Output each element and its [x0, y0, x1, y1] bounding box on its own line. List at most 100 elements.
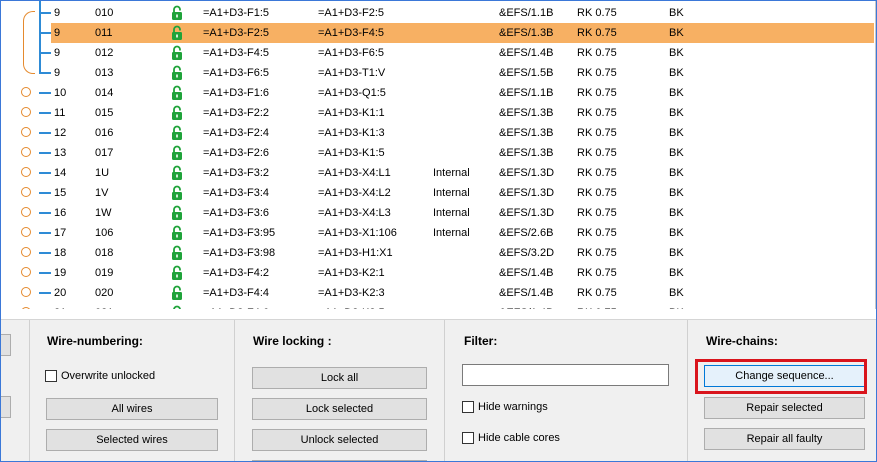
source-terminal: =A1+D3-F3:98 — [203, 247, 276, 259]
wire-number: 018 — [95, 247, 114, 259]
destination-terminal: =A1+D3-X4:L2 — [318, 187, 391, 199]
wire-number: 1U — [95, 167, 110, 179]
wire-chain-number: 9 — [54, 27, 61, 39]
filter-input[interactable] — [462, 364, 669, 386]
wire-color: BK — [669, 127, 684, 139]
wire-color: BK — [669, 107, 684, 119]
source-terminal: =A1+D3-F2:2 — [203, 107, 270, 119]
lock-all-button[interactable]: Lock all — [252, 367, 427, 389]
unlock-icon[interactable] — [171, 145, 183, 161]
all-wires-button[interactable]: All wires — [46, 398, 218, 420]
destination-terminal: =A1+D3-X4:L1 — [318, 167, 391, 179]
table-row[interactable]: 18 018 =A1+D3-F3:98 =A1+D3-H1:X1 &EFS/3.2D RK… — [1, 243, 874, 263]
unlock-icon[interactable] — [171, 185, 183, 201]
unlock-selected-button[interactable]: Unlock selected — [252, 429, 427, 451]
wire-chain-number: 9 — [54, 7, 61, 19]
unlock-icon[interactable] — [171, 25, 183, 41]
overwrite-unlocked-checkbox[interactable]: Overwrite unlocked — [45, 370, 155, 382]
table-row[interactable]: 20 020 =A1+D3-F4:4 =A1+D3-K2:3 &EFS/1.4B RK 0… — [1, 283, 874, 303]
sheet-reference: &EFS/1.4B — [499, 267, 554, 279]
source-terminal: =A1+D3-F3:4 — [203, 187, 270, 199]
unlock-icon[interactable] — [171, 245, 183, 261]
table-row[interactable]: 12 016 =A1+D3-F2:4 =A1+D3-K1:3 &EFS/1.3B RK 0… — [1, 123, 874, 143]
sheet-reference: &EFS/1.3D — [499, 167, 555, 179]
tree-connector — [39, 172, 51, 174]
destination-terminal: =A1+D3-F2:5 — [318, 7, 385, 19]
table-row[interactable]: 16 1W =A1+D3-F3:6 =A1+D3-X4:L3 Internal &EFS/… — [1, 203, 874, 223]
wire-color: BK — [669, 227, 684, 239]
unlock-icon[interactable] — [171, 85, 183, 101]
table-row[interactable]: 10 014 =A1+D3-F1:6 =A1+D3-Q1:5 &EFS/1.1B RK 0… — [1, 83, 874, 103]
change-sequence-button[interactable]: Change sequence... — [704, 365, 865, 387]
left-stub-button-1[interactable] — [1, 334, 11, 356]
wire-chain-number: 12 — [54, 127, 67, 139]
table-row[interactable]: 9 012 =A1+D3-F4:5 =A1+D3-F6:5 &EFS/1.4B RK 0.… — [1, 43, 874, 63]
table-row[interactable]: 21 021 =A1+D3-F4:6 =A1+D3-K2:5&EFS/1.4B RK 0… — [1, 303, 874, 309]
unlock-icon[interactable] — [171, 285, 183, 301]
wire-color: BK — [669, 267, 684, 279]
unlock-icon[interactable] — [171, 165, 183, 181]
repair-selected-button[interactable]: Repair selected — [704, 397, 865, 419]
wire-status-circle-icon — [21, 247, 31, 257]
tree-connector — [39, 52, 51, 54]
unlock-icon[interactable] — [171, 65, 183, 81]
unlock-icon[interactable] — [171, 265, 183, 281]
lock-selected-button[interactable]: Lock selected — [252, 398, 427, 420]
unlock-icon[interactable] — [171, 205, 183, 221]
sheet-reference: &EFS/1.3D — [499, 207, 555, 219]
table-row[interactable]: 15 1V =A1+D3-F3:4 =A1+D3-X4:L2 Internal &EFS/… — [1, 183, 874, 203]
destination-terminal: =A1+D3-K1:5 — [318, 147, 385, 159]
sheet-reference: &EFS/1.3D — [499, 187, 555, 199]
wire-type: RK 0.75 — [577, 67, 617, 79]
left-stub-button-2[interactable] — [1, 396, 11, 418]
unlock-icon[interactable] — [171, 225, 183, 241]
hide-cable-cores-checkbox[interactable]: Hide cable cores — [462, 432, 560, 444]
checkbox-box[interactable] — [45, 370, 57, 382]
table-row[interactable]: 11 015 =A1+D3-F2:2 =A1+D3-K1:1 &EFS/1.3B RK 0… — [1, 103, 874, 123]
wire-type: RK 0.75 — [577, 207, 617, 219]
hide-warnings-label: Hide warnings — [478, 401, 548, 413]
table-row[interactable]: 17 106 =A1+D3-F3:95 =A1+D3-X1:106 Internal &E… — [1, 223, 874, 243]
sheet-reference: &EFS/1.3B — [499, 107, 554, 119]
source-terminal: =A1+D3-F3:6 — [203, 207, 270, 219]
tree-connector — [39, 92, 51, 94]
sheet-reference: &EFS/1.3B — [499, 147, 554, 159]
wire-chain-number: 14 — [54, 167, 67, 179]
unlock-icon[interactable] — [171, 125, 183, 141]
tree-connector — [39, 232, 51, 234]
table-row[interactable]: 9 011 =A1+D3-F2:5 =A1+D3-F4:5 &EFS/1.3B RK 0.… — [1, 23, 874, 43]
wire-type: RK 0.75 — [577, 7, 617, 19]
wire-number: 019 — [95, 267, 114, 279]
table-row[interactable]: 14 1U =A1+D3-F3:2 =A1+D3-X4:L1 Internal &EFS/… — [1, 163, 874, 183]
wire-type: RK 0.75 — [577, 127, 617, 139]
table-row[interactable]: 9 013 =A1+D3-F6:5 =A1+D3-T1:V &EFS/1.5B RK 0.… — [1, 63, 874, 83]
unlock-icon[interactable] — [171, 305, 183, 309]
wire-list[interactable]: 9 010 =A1+D3-F1:5 =A1+D3-F2:5 &EFS/1.1B RK 0.… — [1, 1, 876, 309]
repair-all-faulty-button[interactable]: Repair all faulty — [704, 428, 865, 450]
selected-wires-button[interactable]: Selected wires — [46, 429, 218, 451]
unlock-icon[interactable] — [171, 5, 183, 21]
unlock-icon[interactable] — [171, 105, 183, 121]
wire-type: RK 0.75 — [577, 247, 617, 259]
table-row[interactable]: 19 019 =A1+D3-F4:2 =A1+D3-K2:1 &EFS/1.4B RK 0… — [1, 263, 874, 283]
wire-number: 106 — [95, 227, 114, 239]
tree-connector — [39, 132, 51, 134]
tree-connector — [39, 32, 51, 34]
sheet-reference: &EFS/1.1B — [499, 87, 554, 99]
wire-chain-number: 11 — [54, 107, 66, 119]
wire-chain-number: 16 — [54, 207, 67, 219]
unlock-icon[interactable] — [171, 45, 183, 61]
source-terminal: =A1+D3-F2:6 — [203, 147, 270, 159]
destination-terminal: =A1+D3-X1:106 — [318, 227, 397, 239]
destination-terminal: =A1+D3-K1:3 — [318, 127, 385, 139]
wire-type: RK 0.75 — [577, 107, 617, 119]
hide-warnings-checkbox[interactable]: Hide warnings — [462, 401, 548, 413]
window-frame: 9 010 =A1+D3-F1:5 =A1+D3-F2:5 &EFS/1.1B RK 0.… — [0, 0, 877, 462]
checkbox-box[interactable] — [462, 401, 474, 413]
table-row[interactable]: 9 010 =A1+D3-F1:5 =A1+D3-F2:5 &EFS/1.1B RK 0.… — [1, 3, 874, 23]
wire-number: 017 — [95, 147, 114, 159]
wire-color: BK — [669, 167, 684, 179]
tree-connector — [39, 12, 51, 14]
table-row[interactable]: 13 017 =A1+D3-F2:6 =A1+D3-K1:5 &EFS/1.3B RK 0… — [1, 143, 874, 163]
checkbox-box[interactable] — [462, 432, 474, 444]
